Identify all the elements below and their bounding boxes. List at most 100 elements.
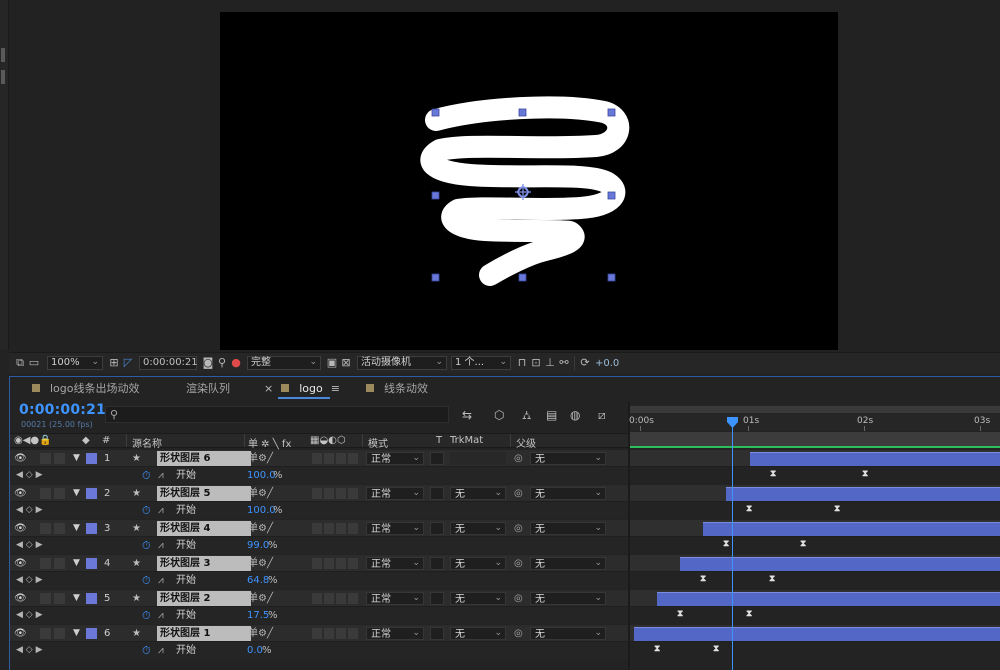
preserve-transparency-toggle[interactable]: [430, 487, 444, 500]
switch-slot[interactable]: [348, 453, 358, 464]
layer-name[interactable]: 形状图层 6: [157, 451, 251, 466]
twirl-down-icon[interactable]: ▼: [73, 557, 80, 570]
preserve-transparency-toggle[interactable]: [430, 557, 444, 570]
layer-name[interactable]: 形状图层 4: [157, 521, 251, 536]
switch-slot[interactable]: [336, 488, 346, 499]
stopwatch-icon[interactable]: ⏱: [142, 644, 151, 657]
tool-handle[interactable]: [1, 70, 5, 84]
layer-name[interactable]: 形状图层 1: [157, 626, 251, 641]
layer-name[interactable]: 形状图层 5: [157, 486, 251, 501]
reset-exposure-icon[interactable]: ⟳: [578, 357, 592, 369]
switch-slot[interactable]: [312, 558, 322, 569]
eye-icon[interactable]: 👁: [14, 627, 27, 640]
motion-blur-icon[interactable]: ◍: [570, 408, 580, 422]
keyframe-marker[interactable]: ⧗: [769, 574, 775, 584]
switch-slot[interactable]: [312, 593, 322, 604]
keyframe-navigator-icon[interactable]: ◀ ◇ ▶: [16, 609, 43, 622]
flowchart-icon[interactable]: ⚯: [557, 357, 571, 369]
mode-dropdown[interactable]: 正常 ⌄: [366, 592, 424, 605]
keyframe-marker[interactable]: ⧗: [770, 469, 776, 479]
layer-name[interactable]: 形状图层 2: [157, 591, 251, 606]
column-source-name[interactable]: 源名称: [132, 435, 162, 450]
color-channels-icon[interactable]: ●: [229, 357, 243, 369]
property-row-5[interactable]: ◀ ◇ ▶ ⏱ ⩘ 开始 17.5 %: [10, 607, 628, 624]
switch-slot[interactable]: [324, 453, 334, 464]
tab-logo[interactable]: × logo ≡: [264, 377, 352, 399]
property-row-3[interactable]: ◀ ◇ ▶ ⏱ ⩘ 开始 99.0 %: [10, 537, 628, 554]
layer-switches-icon[interactable]: 单⚙╱: [248, 592, 273, 605]
property-value[interactable]: 100.0: [247, 504, 276, 517]
switch-slot[interactable]: [312, 488, 322, 499]
graph-icon[interactable]: ⩘: [158, 469, 164, 482]
property-value[interactable]: 99.0: [247, 539, 269, 552]
composition-canvas[interactable]: [220, 12, 838, 350]
keyframe-navigator-icon[interactable]: ◀ ◇ ▶: [16, 574, 43, 587]
time-navigator[interactable]: [630, 406, 1000, 413]
parent-dropdown[interactable]: 无 ⌄: [530, 627, 606, 640]
switch-slot[interactable]: [324, 558, 334, 569]
timeline-icon[interactable]: ⊥: [543, 357, 557, 369]
camera-dropdown[interactable]: 活动摄像机 ⌄: [357, 356, 447, 370]
keyframe-navigator-icon[interactable]: ◀ ◇ ▶: [16, 644, 43, 657]
work-area-bar[interactable]: [630, 432, 1000, 446]
label-color-swatch[interactable]: [86, 488, 97, 499]
current-time-display[interactable]: 0:00:00:21: [19, 402, 106, 418]
switch-slot[interactable]: [348, 628, 358, 639]
solo-switch[interactable]: [40, 558, 51, 569]
tab-logo-line-intro[interactable]: logo线条出场动效: [32, 377, 140, 399]
label-color-swatch[interactable]: [86, 453, 97, 464]
switch-slot[interactable]: [348, 558, 358, 569]
snapshot-camera-icon[interactable]: ◙: [201, 357, 215, 369]
mode-dropdown[interactable]: 正常 ⌄: [366, 452, 424, 465]
draft-3d-icon[interactable]: ⬡: [494, 408, 504, 422]
layer-switches-icon[interactable]: 单⚙╱: [248, 627, 273, 640]
layer-row-1[interactable]: 👁 ▼ 1 ★ 形状图层 6 单⚙╱ 正常 ⌄ ◎ 无 ⌄: [10, 450, 628, 467]
layer-row-5[interactable]: 👁 ▼ 5 ★ 形状图层 2 单⚙╱ 正常 ⌄ 无 ⌄ ◎ 无 ⌄: [10, 590, 628, 607]
switch-slot[interactable]: [336, 453, 346, 464]
exposure-value[interactable]: +0.0: [595, 358, 619, 369]
property-row-6[interactable]: ◀ ◇ ▶ ⏱ ⩘ 开始 0.0 %: [10, 642, 628, 659]
playhead-handle-icon[interactable]: [727, 417, 738, 428]
graph-icon[interactable]: ⩘: [158, 504, 164, 517]
keyframe-navigator-icon[interactable]: ◀ ◇ ▶: [16, 539, 43, 552]
layer-switches-icon[interactable]: 单⚙╱: [248, 557, 273, 570]
playhead-line[interactable]: [732, 418, 733, 670]
eye-icon[interactable]: 👁: [14, 522, 27, 535]
trkmat-dropdown[interactable]: 无 ⌄: [450, 592, 506, 605]
lock-switch[interactable]: [54, 453, 65, 464]
eye-icon[interactable]: 👁: [14, 557, 27, 570]
twirl-down-icon[interactable]: ▼: [73, 627, 80, 640]
tool-handle[interactable]: [1, 48, 5, 62]
label-color-swatch[interactable]: [86, 593, 97, 604]
mode-dropdown[interactable]: 正常 ⌄: [366, 522, 424, 535]
views-dropdown[interactable]: 1 个... ⌄: [451, 356, 511, 370]
switch-slot[interactable]: [336, 628, 346, 639]
stopwatch-icon[interactable]: ⏱: [142, 609, 151, 622]
pick-whip-icon[interactable]: ◎: [514, 592, 523, 605]
layer-row-6[interactable]: 👁 ▼ 6 ★ 形状图层 1 单⚙╱ 正常 ⌄ 无 ⌄ ◎ 无 ⌄: [10, 625, 628, 642]
layer-row-3[interactable]: 👁 ▼ 3 ★ 形状图层 4 单⚙╱ 正常 ⌄ 无 ⌄ ◎ 无 ⌄: [10, 520, 628, 537]
label-column-icon[interactable]: ◆: [82, 435, 90, 446]
layer-row-4[interactable]: 👁 ▼ 4 ★ 形状图层 3 单⚙╱ 正常 ⌄ 无 ⌄ ◎ 无 ⌄: [10, 555, 628, 572]
pick-whip-icon[interactable]: ◎: [514, 557, 523, 570]
twirl-down-icon[interactable]: ▼: [73, 592, 80, 605]
keyframe-marker[interactable]: ⧗: [713, 644, 719, 654]
lock-switch[interactable]: [54, 593, 65, 604]
property-value[interactable]: 100.0: [247, 469, 276, 482]
tab-line-motion[interactable]: 线条动效: [366, 377, 428, 399]
solo-switch[interactable]: [40, 488, 51, 499]
parent-dropdown[interactable]: 无 ⌄: [530, 592, 606, 605]
monitor-icon[interactable]: ▭: [27, 357, 41, 369]
grid-guides-icon[interactable]: ⊞: [107, 357, 121, 369]
graph-icon[interactable]: ⩘: [158, 539, 164, 552]
layer-duration-bar[interactable]: [680, 557, 1000, 571]
pick-whip-icon[interactable]: ◎: [514, 452, 523, 465]
graph-editor-icon[interactable]: ⧄: [598, 408, 606, 423]
comp-mini-flowchart-icon[interactable]: ⇆: [462, 408, 472, 422]
pick-whip-icon[interactable]: ◎: [514, 627, 523, 640]
switch-slot[interactable]: [312, 523, 322, 534]
solo-switch[interactable]: [40, 628, 51, 639]
parent-dropdown[interactable]: 无 ⌄: [530, 487, 606, 500]
region-of-interest-icon[interactable]: ▣: [325, 357, 339, 369]
stopwatch-icon[interactable]: ⏱: [142, 574, 151, 587]
